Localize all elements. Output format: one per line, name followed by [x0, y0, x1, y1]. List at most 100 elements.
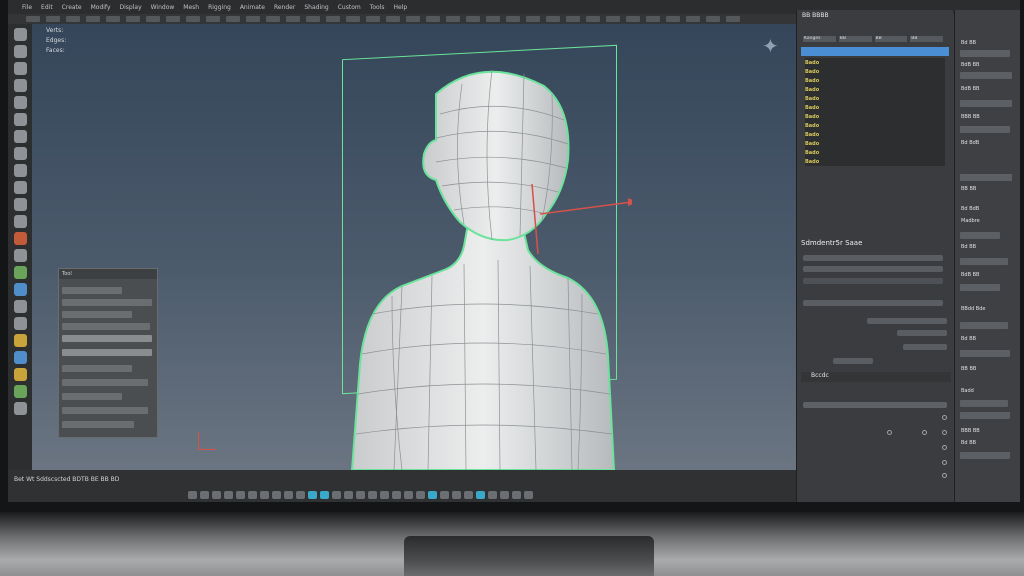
toolbar-button[interactable]: [466, 16, 480, 22]
radio-button[interactable]: [922, 430, 927, 435]
toolbar-button[interactable]: [146, 16, 160, 22]
option-field[interactable]: [62, 407, 148, 414]
menu-item-window[interactable]: Window: [151, 4, 175, 11]
option-field[interactable]: [62, 299, 152, 306]
menu-item-render[interactable]: Render: [274, 4, 295, 11]
toolbar-button[interactable]: [506, 16, 520, 22]
snap-icon[interactable]: [452, 491, 461, 499]
selected-row-highlight[interactable]: [801, 47, 949, 56]
option-field[interactable]: [62, 335, 152, 342]
radio-button[interactable]: [942, 415, 947, 420]
property-field[interactable]: [960, 72, 1012, 79]
menu-item-create[interactable]: Create: [62, 4, 82, 11]
attribute-slider[interactable]: [803, 278, 943, 284]
physics-icon[interactable]: [13, 385, 27, 398]
option-field[interactable]: [62, 311, 132, 318]
toolbar-button[interactable]: [26, 16, 40, 22]
option-field[interactable]: [62, 421, 134, 428]
menu-item-shading[interactable]: Shading: [304, 4, 328, 11]
toolbar-button[interactable]: [46, 16, 60, 22]
property-field[interactable]: [960, 452, 1010, 459]
table-row[interactable]: Bado: [805, 105, 945, 114]
attribute-slider[interactable]: [803, 255, 943, 261]
property-field[interactable]: [960, 126, 1010, 133]
toolbar-button[interactable]: [666, 16, 680, 22]
option-field[interactable]: [62, 323, 150, 330]
brush-tool-icon[interactable]: [13, 181, 27, 194]
property-field[interactable]: [960, 350, 1010, 357]
option-field[interactable]: [62, 349, 152, 356]
toolbar-button[interactable]: [566, 16, 580, 22]
light-icon[interactable]: [13, 300, 27, 313]
tab-4[interactable]: BB: [910, 36, 943, 42]
property-field[interactable]: [960, 412, 1010, 419]
property-field[interactable]: [960, 400, 1008, 407]
pivot-icon[interactable]: [488, 491, 497, 499]
redo-icon[interactable]: [524, 491, 533, 499]
next-frame-icon[interactable]: [260, 491, 269, 499]
uv-icon[interactable]: [13, 317, 27, 330]
table-row[interactable]: Bado: [805, 150, 945, 159]
toolbar-button[interactable]: [706, 16, 720, 22]
tab-2[interactable]: BB: [838, 36, 872, 42]
radio-button[interactable]: [942, 430, 947, 435]
next-key-icon[interactable]: [272, 491, 281, 499]
section-header[interactable]: Bccdc: [801, 372, 951, 382]
option-field[interactable]: [62, 379, 148, 386]
toolbar-button[interactable]: [446, 16, 460, 22]
toolbar-button[interactable]: [726, 16, 740, 22]
select-tool-icon[interactable]: [13, 28, 27, 41]
menu-item-animate[interactable]: Animate: [240, 4, 265, 11]
panel-title[interactable]: Tool: [59, 269, 157, 279]
toolbar-button[interactable]: [206, 16, 220, 22]
property-field[interactable]: [960, 50, 1010, 57]
menu-item-edit[interactable]: Edit: [41, 4, 53, 11]
prev-key-icon[interactable]: [200, 491, 209, 499]
radio-button[interactable]: [887, 430, 892, 435]
toolbar-button[interactable]: [546, 16, 560, 22]
table-row[interactable]: Bado: [805, 123, 945, 132]
table-row[interactable]: Bado: [805, 87, 945, 96]
table-row[interactable]: Bado: [805, 159, 945, 168]
table-row[interactable]: Bado: [805, 78, 945, 87]
toolbar-button[interactable]: [266, 16, 280, 22]
toolbar-button[interactable]: [346, 16, 360, 22]
attribute-slider[interactable]: [803, 402, 947, 408]
toolbar-button[interactable]: [86, 16, 100, 22]
menu-item-file[interactable]: File: [22, 4, 32, 11]
property-field[interactable]: [960, 100, 1012, 107]
soft-select-icon[interactable]: [476, 491, 485, 499]
smooth-tool-icon[interactable]: [13, 147, 27, 160]
scale-tool-icon[interactable]: [13, 113, 27, 126]
attribute-slider[interactable]: [803, 266, 943, 272]
auto-key-icon[interactable]: [320, 491, 329, 499]
toolbar-button[interactable]: [166, 16, 180, 22]
lasso-tool-icon[interactable]: [13, 45, 27, 58]
property-field[interactable]: [960, 284, 1000, 291]
isolate-icon[interactable]: [428, 491, 437, 499]
toolbar-button[interactable]: [286, 16, 300, 22]
toolbar-button[interactable]: [486, 16, 500, 22]
play-icon[interactable]: [248, 491, 257, 499]
toolbar-button[interactable]: [246, 16, 260, 22]
bake-icon[interactable]: [13, 368, 27, 381]
stop-icon[interactable]: [236, 491, 245, 499]
toolbar-button[interactable]: [226, 16, 240, 22]
humanoid-mesh-model[interactable]: [332, 64, 632, 470]
mesh-icon[interactable]: [13, 266, 27, 279]
loop-icon[interactable]: [296, 491, 305, 499]
menu-item-modify[interactable]: Modify: [91, 4, 111, 11]
attribute-slider[interactable]: [833, 358, 873, 364]
table-row[interactable]: Bado: [805, 132, 945, 141]
radio-button[interactable]: [942, 473, 947, 478]
layers-icon[interactable]: [13, 249, 27, 262]
shadow-icon[interactable]: [416, 491, 425, 499]
attribute-slider[interactable]: [803, 300, 943, 306]
toolbar-button[interactable]: [526, 16, 540, 22]
texture-icon[interactable]: [13, 351, 27, 364]
radio-button[interactable]: [942, 445, 947, 450]
toolbar-button[interactable]: [106, 16, 120, 22]
prev-frame-icon[interactable]: [212, 491, 221, 499]
toolbar-button[interactable]: [326, 16, 340, 22]
table-row[interactable]: Bado: [805, 69, 945, 78]
